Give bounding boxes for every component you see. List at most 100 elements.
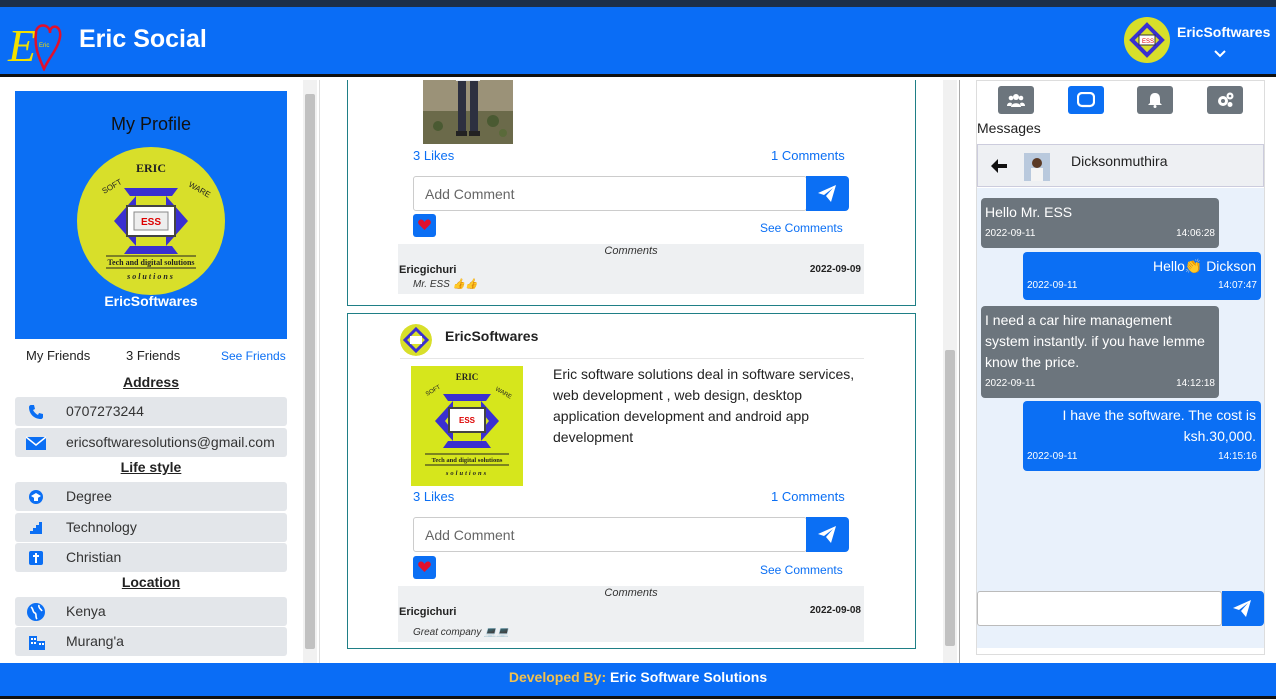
contact-avatar[interactable] xyxy=(1024,153,1050,181)
message-time: 14:12:18 xyxy=(1176,378,1215,389)
footer-label: Developed By: xyxy=(508,669,607,685)
comments-box: Comments Ericgichuri 2022-09-08 Great co… xyxy=(398,586,864,642)
svg-text:ESS: ESS xyxy=(141,217,161,228)
city-icon xyxy=(29,636,45,650)
friends-tab-button[interactable] xyxy=(998,86,1034,114)
send-comment-button[interactable] xyxy=(806,517,849,552)
message-text: I have the software. The cost is ksh.30,… xyxy=(1062,407,1256,444)
post-image[interactable] xyxy=(423,80,513,144)
post-image[interactable]: ERIC SOFT WARE ESS Tech and digital solu… xyxy=(411,366,523,486)
like-heart-button[interactable] xyxy=(413,556,436,579)
email-text: ericsoftwaresolutions@gmail.com xyxy=(66,434,275,450)
post-divider xyxy=(400,358,864,359)
send-comment-button[interactable] xyxy=(806,176,849,211)
svg-text:Tech and digital solutions: Tech and digital solutions xyxy=(432,457,503,464)
country-item: Kenya xyxy=(15,597,287,626)
location-heading: Location xyxy=(121,574,181,590)
svg-text:ESS: ESS xyxy=(1142,39,1154,45)
comments-heading: Comments xyxy=(604,587,658,599)
add-comment-input[interactable]: Add Comment xyxy=(413,176,807,211)
chat-message-outgoing: Hello👏 Dickson 2022-09-11 14:07:47 xyxy=(1023,252,1261,300)
feed-scrollbar[interactable] xyxy=(943,80,957,663)
feed-scroll-thumb[interactable] xyxy=(945,350,955,646)
comments-count-link[interactable]: 1 Comments xyxy=(771,489,845,504)
svg-text:ERIC: ERIC xyxy=(456,372,479,382)
footer-developer: Eric Software Solutions xyxy=(610,669,768,685)
messages-tab-button[interactable] xyxy=(1068,86,1104,114)
chart-stairs-icon xyxy=(30,522,42,534)
chat-message-incoming: Hello Mr. ESS 2022-09-11 14:06:28 xyxy=(981,198,1219,248)
bell-icon xyxy=(1148,93,1162,108)
profile-title: My Profile xyxy=(110,114,191,134)
company-logo: ERIC SOFT WARE ESS Tech and digital solu… xyxy=(77,147,225,295)
comment-date: 2022-09-09 xyxy=(809,264,861,275)
profile-panel: My Profile ERIC SOFT WARE ESS Tech and d… xyxy=(0,80,320,663)
message-date: 2022-09-11 xyxy=(1027,451,1078,462)
see-comments-link[interactable]: See Comments xyxy=(760,563,843,577)
career-item: Technology xyxy=(15,513,287,542)
like-heart-button[interactable] xyxy=(413,214,436,237)
profile-scrollbar[interactable] xyxy=(303,80,317,663)
svg-text:ERIC: ERIC xyxy=(136,161,166,175)
chat-bubble-icon xyxy=(1077,92,1095,108)
add-comment-input[interactable]: Add Comment xyxy=(413,517,807,552)
chat-contact-bar: Dicksonmuthira xyxy=(977,144,1264,187)
feed-panel: 3 Likes 1 Comments Add Comment See Comme… xyxy=(320,80,960,663)
svg-text:solutions: solutions xyxy=(126,272,175,281)
chat-message-input[interactable] xyxy=(977,591,1222,626)
mail-icon xyxy=(26,436,46,450)
phone-item: 0707273244 xyxy=(15,397,287,426)
message-time: 14:06:28 xyxy=(1176,228,1215,239)
contact-name[interactable]: Dicksonmuthira xyxy=(1071,153,1167,169)
paper-plane-icon xyxy=(818,526,836,543)
svg-text:Tech and digital solutions: Tech and digital solutions xyxy=(107,258,194,267)
message-text: Hello👏 Dickson xyxy=(1152,258,1256,274)
message-text: I need a car hire management system inst… xyxy=(985,312,1205,370)
phone-text: 0707273244 xyxy=(66,403,144,419)
cross-icon xyxy=(29,551,43,565)
svg-text:ESS: ESS xyxy=(459,416,476,425)
post-card: EricSoftwares ERIC SOFT WARE ESS Tech an… xyxy=(347,313,916,649)
post-author-name[interactable]: EricSoftwares xyxy=(445,328,538,344)
send-message-button[interactable] xyxy=(1222,591,1264,626)
likes-link[interactable]: 3 Likes xyxy=(413,148,454,163)
message-text: Hello Mr. ESS xyxy=(985,204,1073,220)
header-username[interactable]: EricSoftwares xyxy=(1177,24,1270,40)
profile-scroll-thumb[interactable] xyxy=(305,94,315,649)
app-title[interactable]: Eric Social xyxy=(79,25,207,54)
eric-logo-icon[interactable]: E Eric xyxy=(6,15,62,71)
friends-label: My Friends xyxy=(26,348,91,363)
religion-text: Christian xyxy=(66,549,122,565)
arrow-left-icon[interactable] xyxy=(991,157,1007,178)
career-text: Technology xyxy=(66,519,137,535)
message-date: 2022-09-11 xyxy=(985,228,1036,239)
message-date: 2022-09-11 xyxy=(1027,280,1078,291)
chevron-down-icon[interactable] xyxy=(1214,47,1226,61)
likes-link[interactable]: 3 Likes xyxy=(413,489,454,504)
see-comments-link[interactable]: See Comments xyxy=(760,221,843,235)
post-card: 3 Likes 1 Comments Add Comment See Comme… xyxy=(347,80,916,306)
chat-panel: Messages Dicksonmuthira Hello Mr. ESS 20… xyxy=(961,80,1276,663)
comments-box: Comments Ericgichuri 2022-09-09 Mr. ESS … xyxy=(398,244,864,294)
svg-text:E: E xyxy=(7,20,36,71)
gears-icon xyxy=(1218,92,1234,107)
see-friends-link[interactable]: See Friends xyxy=(221,349,286,363)
comment-author[interactable]: Ericgichuri xyxy=(399,264,456,276)
messages-heading: Messages xyxy=(977,120,1041,136)
comments-count-link[interactable]: 1 Comments xyxy=(771,148,845,163)
post-text: Eric software solutions deal in software… xyxy=(553,366,855,445)
user-avatar[interactable]: ESS xyxy=(1124,17,1170,63)
notifications-tab-button[interactable] xyxy=(1137,86,1173,114)
svg-text:Eric: Eric xyxy=(39,43,49,49)
settings-tab-button[interactable] xyxy=(1207,86,1243,114)
post-author-avatar[interactable] xyxy=(400,324,432,356)
county-text: Murang'a xyxy=(66,633,124,649)
comment-text: Mr. ESS 👍👍 xyxy=(413,279,478,290)
education-text: Degree xyxy=(66,488,112,504)
comment-author[interactable]: Ericgichuri xyxy=(399,606,456,618)
county-item: Murang'a xyxy=(15,627,287,656)
paper-plane-icon xyxy=(1233,600,1251,617)
message-date: 2022-09-11 xyxy=(985,378,1036,389)
app-footer: Developed By: Eric Software Solutions xyxy=(0,663,1276,699)
heart-icon xyxy=(418,219,431,230)
